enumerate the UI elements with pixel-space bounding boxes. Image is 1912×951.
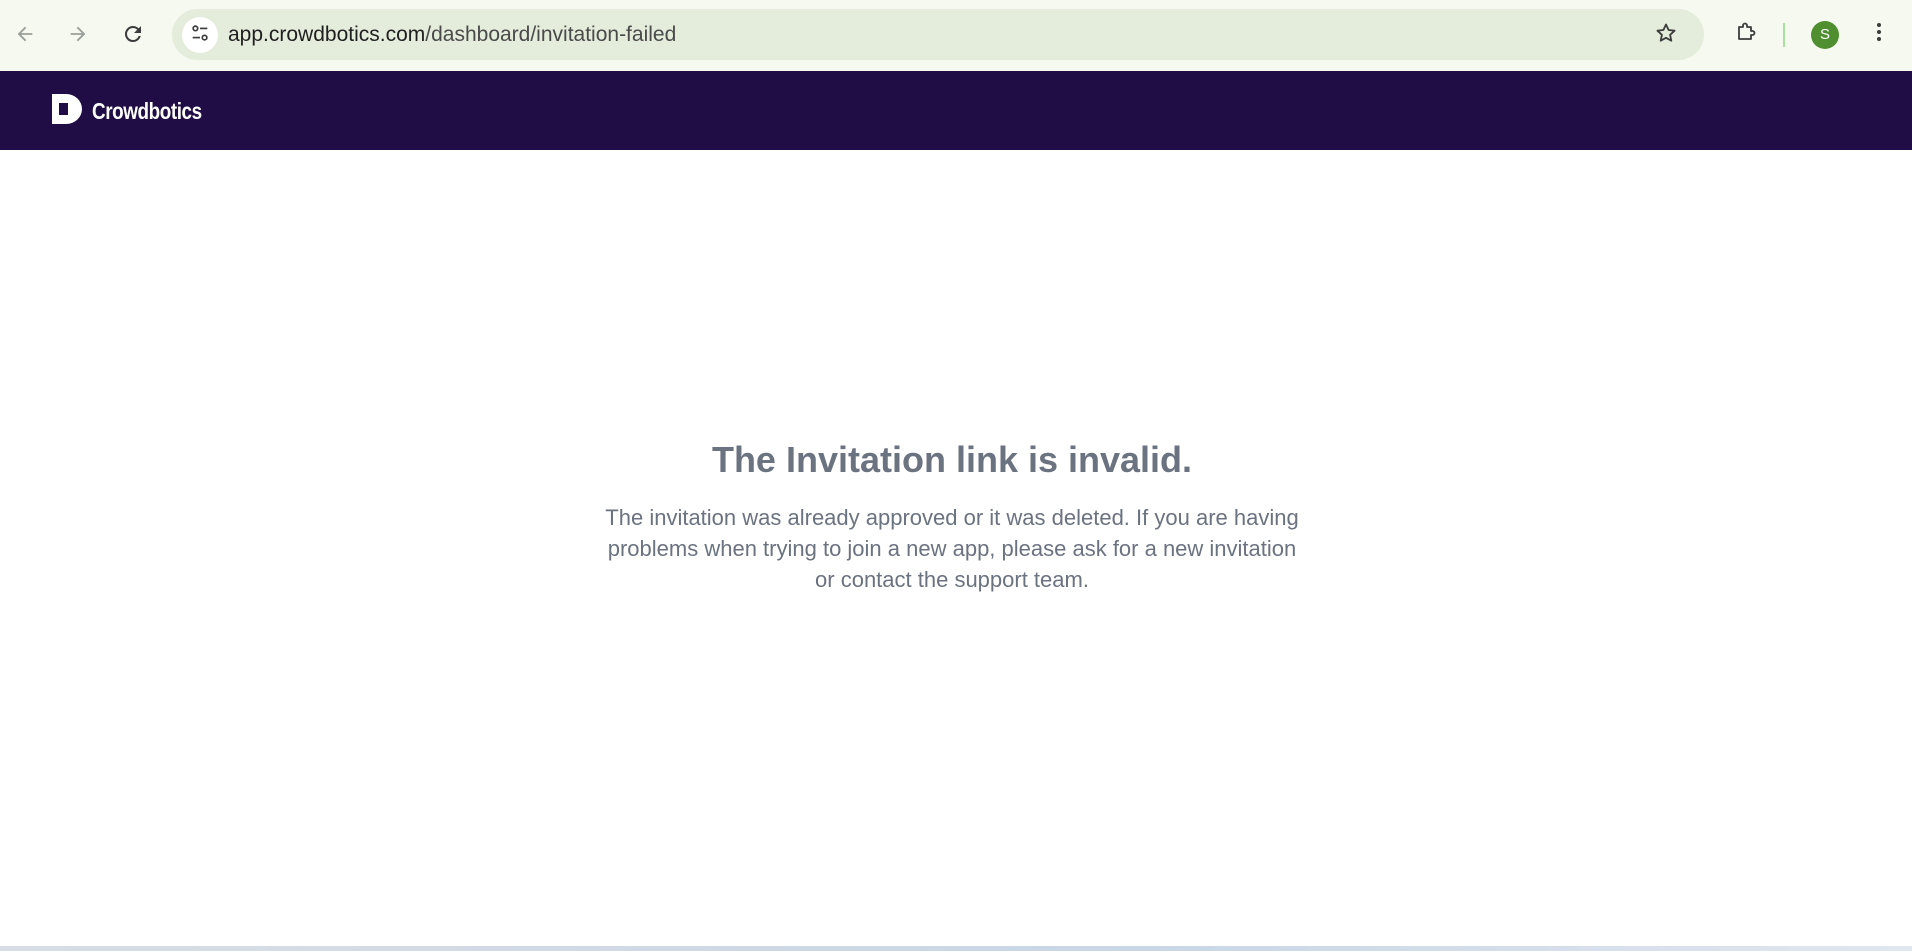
address-bar[interactable]: app.crowdbotics.com/dashboard/invitation…	[172, 9, 1704, 60]
reload-button[interactable]	[115, 16, 151, 52]
arrow-right-icon	[67, 23, 89, 45]
kebab-menu-icon	[1867, 20, 1891, 49]
error-message-block: The Invitation link is invalid. The invi…	[596, 436, 1308, 595]
forward-button[interactable]	[60, 16, 96, 52]
tune-icon	[189, 22, 211, 49]
browser-toolbar: app.crowdbotics.com/dashboard/invitation…	[0, 0, 1912, 71]
reload-icon	[121, 22, 145, 46]
app-header: Crowdbotics	[0, 71, 1912, 150]
brand-link[interactable]: Crowdbotics	[52, 93, 226, 129]
browser-menu-button[interactable]	[1861, 16, 1897, 52]
star-icon	[1654, 21, 1678, 50]
error-title: The Invitation link is invalid.	[711, 439, 1193, 480]
back-button[interactable]	[7, 16, 43, 52]
error-description: The invitation was already approved or i…	[605, 505, 1299, 592]
brand-name: Crowdbotics	[92, 97, 202, 124]
url-host: app.crowdbotics.com	[228, 23, 426, 46]
profile-avatar[interactable]: S	[1811, 21, 1839, 49]
toolbar-divider	[1783, 23, 1785, 47]
crowdbotics-logo-icon	[52, 93, 82, 129]
page-bottom-edge	[0, 946, 1912, 951]
puzzle-icon	[1734, 20, 1758, 49]
url-path: /dashboard/invitation-failed	[425, 23, 677, 46]
site-info-button[interactable]	[182, 17, 218, 53]
extensions-button[interactable]	[1728, 16, 1764, 52]
main-content: The Invitation link is invalid. The invi…	[0, 150, 1912, 946]
arrow-left-icon	[14, 23, 36, 45]
url-text[interactable]: app.crowdbotics.com/dashboard/invitation…	[228, 9, 676, 60]
bookmark-button[interactable]	[1648, 17, 1684, 53]
